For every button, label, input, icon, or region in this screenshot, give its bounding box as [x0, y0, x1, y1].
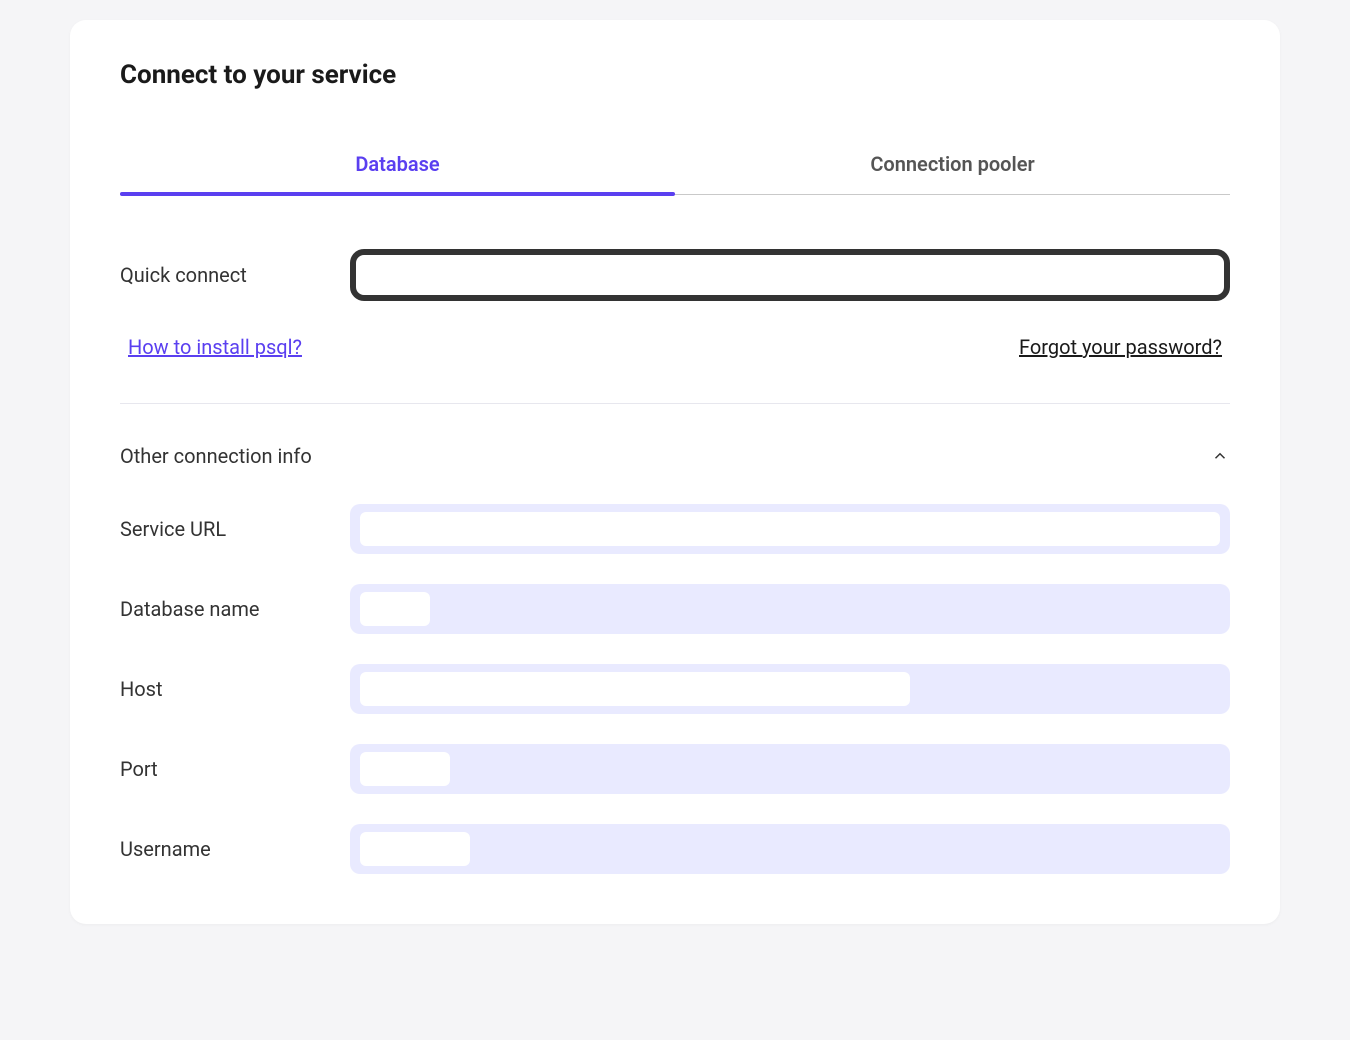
- host-row: Host: [120, 664, 1230, 714]
- username-value[interactable]: [350, 824, 1230, 874]
- service-url-text: [360, 512, 1220, 546]
- host-value[interactable]: [350, 664, 1230, 714]
- install-psql-link[interactable]: How to install psql?: [128, 335, 302, 359]
- quick-connect-input[interactable]: [350, 249, 1230, 301]
- tab-database[interactable]: Database: [120, 138, 675, 194]
- helper-links-row: How to install psql? Forgot your passwor…: [120, 335, 1230, 359]
- other-connection-info-toggle[interactable]: Other connection info: [120, 444, 1230, 468]
- other-connection-info-title: Other connection info: [120, 444, 312, 468]
- database-name-row: Database name: [120, 584, 1230, 634]
- tab-connection-pooler[interactable]: Connection pooler: [675, 138, 1230, 194]
- database-name-text: [360, 592, 430, 626]
- service-url-value[interactable]: [350, 504, 1230, 554]
- divider: [120, 403, 1230, 404]
- tabs: Database Connection pooler: [120, 138, 1230, 195]
- port-row: Port: [120, 744, 1230, 794]
- username-label: Username: [120, 837, 350, 861]
- port-text: [360, 752, 450, 786]
- username-row: Username: [120, 824, 1230, 874]
- quick-connect-label: Quick connect: [120, 263, 350, 287]
- database-name-value[interactable]: [350, 584, 1230, 634]
- connect-card: Connect to your service Database Connect…: [70, 20, 1280, 924]
- port-label: Port: [120, 757, 350, 781]
- host-label: Host: [120, 677, 350, 701]
- port-value[interactable]: [350, 744, 1230, 794]
- username-text: [360, 832, 470, 866]
- database-name-label: Database name: [120, 597, 350, 621]
- quick-connect-row: Quick connect: [120, 249, 1230, 301]
- service-url-row: Service URL: [120, 504, 1230, 554]
- forgot-password-link[interactable]: Forgot your password?: [1019, 335, 1222, 359]
- chevron-up-icon: [1210, 446, 1230, 466]
- page-title: Connect to your service: [120, 60, 1230, 90]
- service-url-label: Service URL: [120, 517, 350, 541]
- host-text: [360, 672, 910, 706]
